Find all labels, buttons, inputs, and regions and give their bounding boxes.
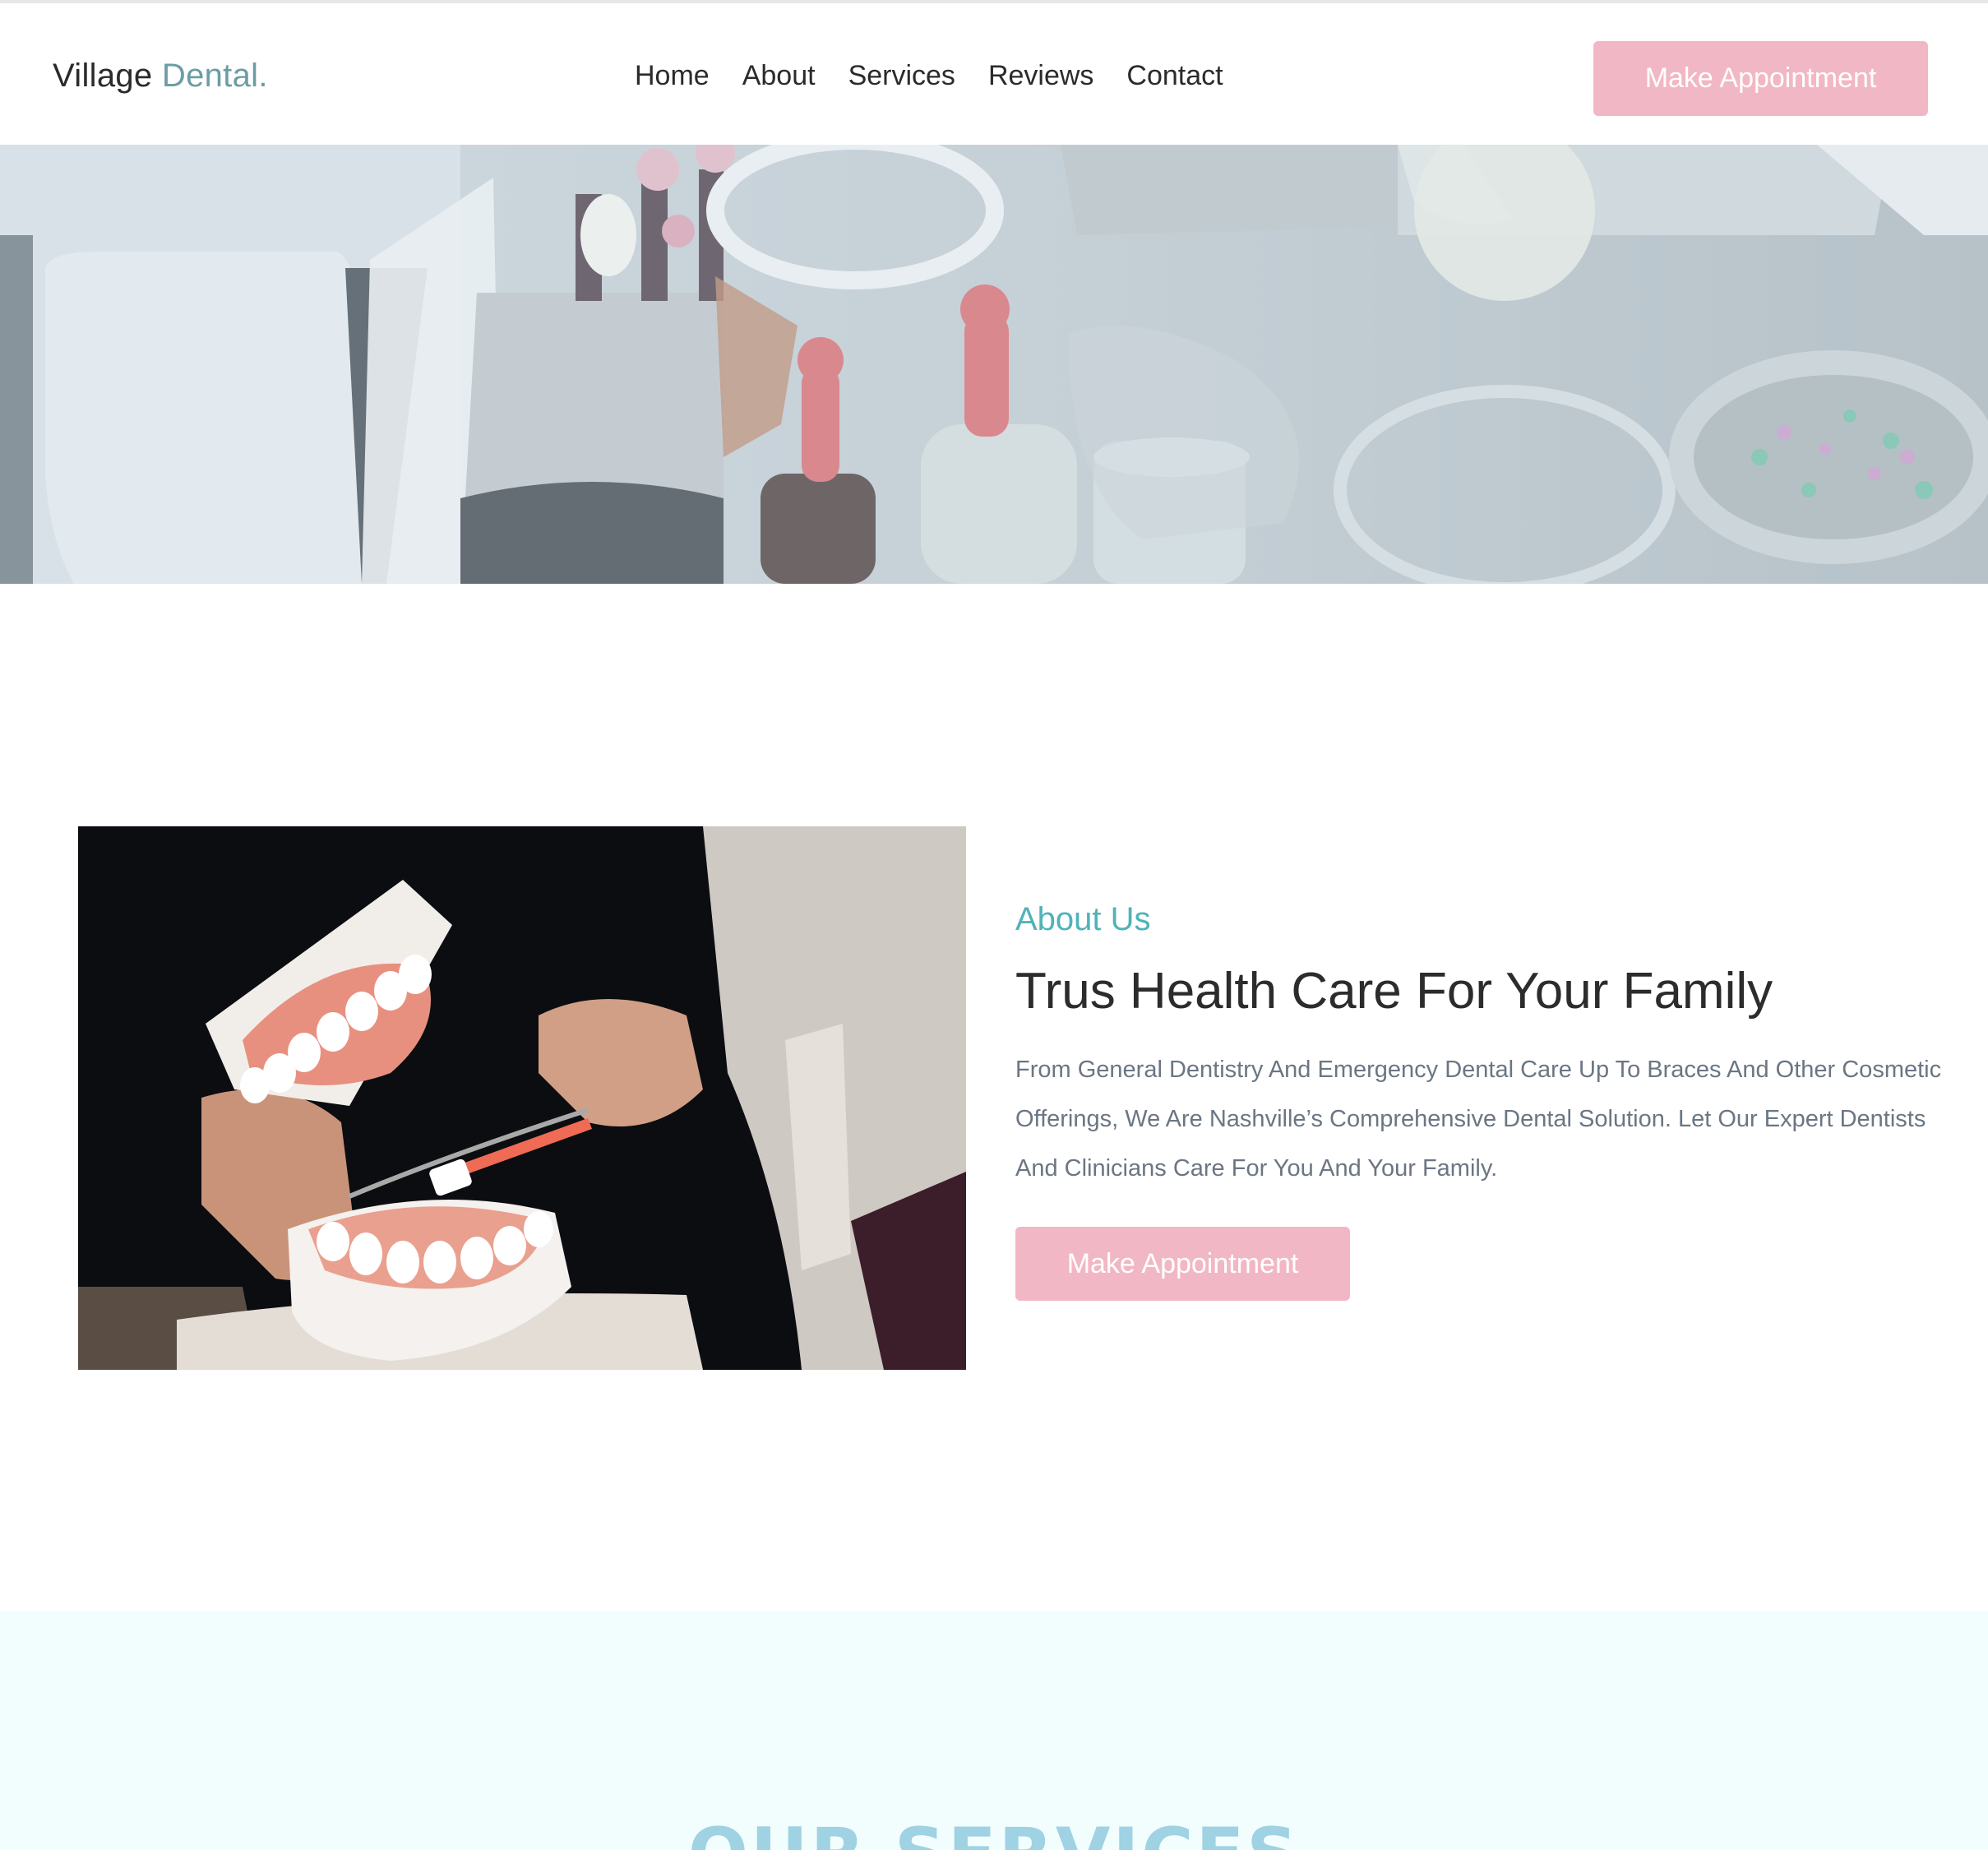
main-nav: Home About Services Reviews Contact: [635, 53, 1223, 99]
hero-image: [0, 145, 1988, 584]
dental-model-photo: [78, 826, 966, 1370]
hero-banner: [0, 145, 1988, 584]
about-image: [78, 826, 966, 1370]
logo[interactable]: Village Dental.: [53, 53, 268, 99]
site-header: Village Dental. Home About Services Revi…: [0, 3, 1988, 145]
header-make-appointment-button[interactable]: Make Appointment: [1593, 41, 1928, 116]
about-description: From General Dentistry And Emergency Den…: [1015, 1057, 1942, 1182]
nav-services[interactable]: Services: [848, 53, 955, 99]
nav-contact[interactable]: Contact: [1126, 53, 1223, 99]
logo-accent-text: Dental.: [161, 58, 268, 94]
nav-home[interactable]: Home: [635, 53, 710, 99]
about-make-appointment-button[interactable]: Make Appointment: [1015, 1227, 1350, 1301]
nav-reviews[interactable]: Reviews: [988, 53, 1093, 99]
about-section-label: About Us: [1015, 901, 1151, 937]
services-heading: OUR SERVICES: [0, 1813, 1988, 1850]
about-heading: Trus Health Care For Your Family: [1015, 963, 1773, 1020]
logo-main-text: Village: [53, 58, 153, 94]
nav-about[interactable]: About: [742, 53, 816, 99]
services-section: OUR SERVICES: [0, 1612, 1988, 1850]
